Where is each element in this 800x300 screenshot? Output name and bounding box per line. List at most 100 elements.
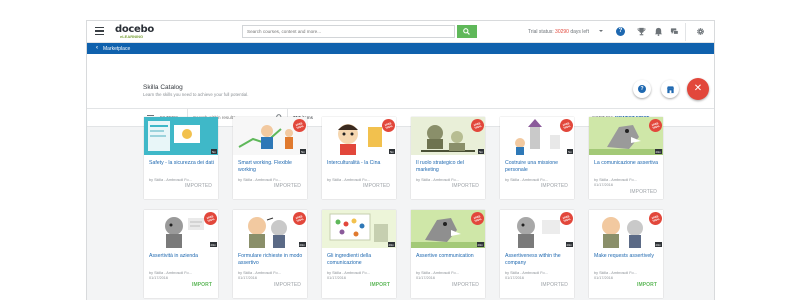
- chat-icon[interactable]: [670, 27, 679, 36]
- course-thumbnail[interactable]: FREE TRIAL 20m: [589, 117, 663, 155]
- course-duration: 20m: [298, 242, 306, 247]
- course-author: by Skilla - Ambrosoli Fo...: [594, 271, 637, 275]
- course-author: by Skilla - Ambrosoli Fo...: [594, 178, 637, 182]
- info-icon: ?: [638, 85, 646, 93]
- app-window: docebo eLEARNING Trial status: 30290 day…: [86, 20, 715, 300]
- course-duration: 20m: [476, 242, 484, 247]
- course-thumbnail[interactable]: 5m: [144, 117, 218, 155]
- imported-status: IMPORTED: [273, 183, 301, 189]
- course-thumbnail[interactable]: FREE TRIAL 20m: [144, 210, 218, 248]
- course-title[interactable]: Formulare richieste in modo assertivo: [238, 253, 304, 266]
- course-title[interactable]: Safety - la sicurezza dei dati: [149, 160, 215, 167]
- import-button[interactable]: IMPORT: [637, 282, 657, 288]
- course-card[interactable]: FREE TRIAL 20m Assertive communication b…: [411, 210, 485, 298]
- imported-status: IMPORTED: [629, 189, 657, 195]
- course-title[interactable]: La comunicazione assertiva: [594, 160, 660, 167]
- course-card[interactable]: FREE TRIAL 5m Il ruolo strategico del ma…: [411, 117, 485, 199]
- card-date: 01/17/2016: [238, 276, 258, 280]
- course-duration: 20m: [565, 242, 573, 247]
- close-button[interactable]: ✕: [687, 78, 709, 100]
- card-date: 01/17/2016: [505, 276, 525, 280]
- imported-status: IMPORTED: [540, 282, 568, 288]
- course-card[interactable]: FREE TRIAL 20m Assertiveness within the …: [500, 210, 574, 298]
- gear-icon[interactable]: [696, 27, 705, 36]
- course-thumbnail[interactable]: FREE TRIAL 20m: [589, 210, 663, 248]
- course-duration: 20m: [209, 242, 217, 247]
- card-date: 01/17/2016: [594, 276, 614, 280]
- course-title[interactable]: Assertiveness within the company: [505, 253, 571, 266]
- close-icon: ✕: [693, 83, 703, 94]
- course-title[interactable]: Il ruolo strategico del marketing: [416, 160, 482, 173]
- course-title[interactable]: Assertività in azienda: [149, 253, 215, 260]
- course-thumbnail[interactable]: FREE TRIAL 5m: [500, 117, 574, 155]
- breadcrumb-marketplace[interactable]: Marketplace: [103, 46, 130, 52]
- course-title[interactable]: Gli ingredienti della comunicazione: [327, 253, 393, 266]
- course-author: by Skilla - Ambrosoli Fo...: [505, 178, 548, 182]
- course-card[interactable]: 5m Safety - la sicurezza dei dati by Ski…: [144, 117, 218, 199]
- course-thumbnail[interactable]: FREE TRIAL 5m: [233, 117, 307, 155]
- course-duration: 20m: [654, 149, 662, 154]
- top-bar: docebo eLEARNING Trial status: 30290 day…: [87, 21, 714, 43]
- course-title[interactable]: Costruire una missione personale: [505, 160, 571, 173]
- imported-status: IMPORTED: [273, 282, 301, 288]
- info-button[interactable]: ?: [633, 80, 651, 98]
- course-card[interactable]: FREE TRIAL 5m Interculturalità - la Cina…: [322, 117, 396, 199]
- course-author: by Skilla - Ambrosoli Fo...: [505, 271, 548, 275]
- course-duration: 5m: [567, 149, 573, 154]
- imported-status: IMPORTED: [540, 183, 568, 189]
- course-image: [144, 117, 218, 155]
- course-card[interactable]: FREE TRIAL 20m Formulare richieste in mo…: [233, 210, 307, 298]
- course-duration: 5m: [211, 149, 217, 154]
- course-card[interactable]: FREE TRIAL 20m La comunicazione assertiv…: [589, 117, 663, 199]
- course-thumbnail[interactable]: FREE TRIAL 20m: [233, 210, 307, 248]
- course-duration: 5m: [389, 149, 395, 154]
- course-title[interactable]: Make requests assertively: [594, 253, 660, 260]
- course-card[interactable]: FREE TRIAL 5m Smart working. Flexible wo…: [233, 117, 307, 199]
- trophy-icon[interactable]: [637, 27, 646, 36]
- course-duration: 20m: [387, 242, 395, 247]
- trial-status[interactable]: Trial status: 30290 days left: [528, 29, 589, 35]
- help-icon[interactable]: ?: [616, 27, 625, 36]
- course-author: by Skilla - Ambrosoli Fo...: [416, 178, 459, 182]
- global-search: [242, 25, 455, 38]
- card-date: 01/17/2016: [327, 276, 347, 280]
- global-search-input[interactable]: [247, 26, 437, 37]
- store-button[interactable]: [661, 80, 679, 98]
- course-duration: 20m: [654, 242, 662, 247]
- course-card[interactable]: FREE TRIAL 20m Assertività in azienda by…: [144, 210, 218, 298]
- search-icon: [463, 28, 470, 35]
- course-title[interactable]: Assertive communication: [416, 253, 482, 260]
- store-icon: [666, 85, 674, 93]
- course-card[interactable]: FREE TRIAL 5m Costruire una missione per…: [500, 117, 574, 199]
- course-author: by Skilla - Ambrosoli Fo...: [416, 271, 459, 275]
- course-author: by Skilla - Ambrosoli Fo...: [149, 271, 192, 275]
- search-button[interactable]: [457, 25, 477, 38]
- course-author: by Skilla - Ambrosoli Fo...: [238, 271, 281, 275]
- course-image: [322, 210, 396, 248]
- course-card[interactable]: FREE TRIAL 20m Make requests assertively…: [589, 210, 663, 298]
- chevron-left-icon[interactable]: ‹: [96, 45, 98, 51]
- course-thumbnail[interactable]: FREE TRIAL 5m: [322, 117, 396, 155]
- course-thumbnail[interactable]: FREE TRIAL 20m: [411, 210, 485, 248]
- logo-subtitle: eLEARNING: [120, 34, 144, 39]
- import-button[interactable]: IMPORT: [192, 282, 212, 288]
- course-thumbnail[interactable]: 20m: [322, 210, 396, 248]
- course-duration: 5m: [300, 149, 306, 154]
- bell-icon[interactable]: [654, 27, 663, 36]
- toolbar-divider: [685, 23, 686, 41]
- course-author: by Skilla - Ambrosoli Fo...: [238, 178, 281, 182]
- card-date: 01/17/2016: [149, 276, 169, 280]
- imported-status: IMPORTED: [184, 183, 212, 189]
- course-duration: 5m: [478, 149, 484, 154]
- catalog-header: Skilla Catalog Learn the skills you need…: [87, 54, 714, 109]
- hamburger-menu-icon[interactable]: [95, 27, 104, 35]
- course-author: by Skilla - Ambrosoli Fo...: [149, 178, 192, 182]
- course-title[interactable]: Smart working. Flexible working: [238, 160, 304, 173]
- course-title[interactable]: Interculturalità - la Cina: [327, 160, 393, 167]
- chevron-down-icon[interactable]: [599, 30, 603, 32]
- course-thumbnail[interactable]: FREE TRIAL 5m: [411, 117, 485, 155]
- course-card[interactable]: 20m Gli ingredienti della comunicazione …: [322, 210, 396, 298]
- page-subtitle: Learn the skills you need to achieve you…: [143, 92, 249, 97]
- import-button[interactable]: IMPORT: [370, 282, 390, 288]
- course-thumbnail[interactable]: FREE TRIAL 20m: [500, 210, 574, 248]
